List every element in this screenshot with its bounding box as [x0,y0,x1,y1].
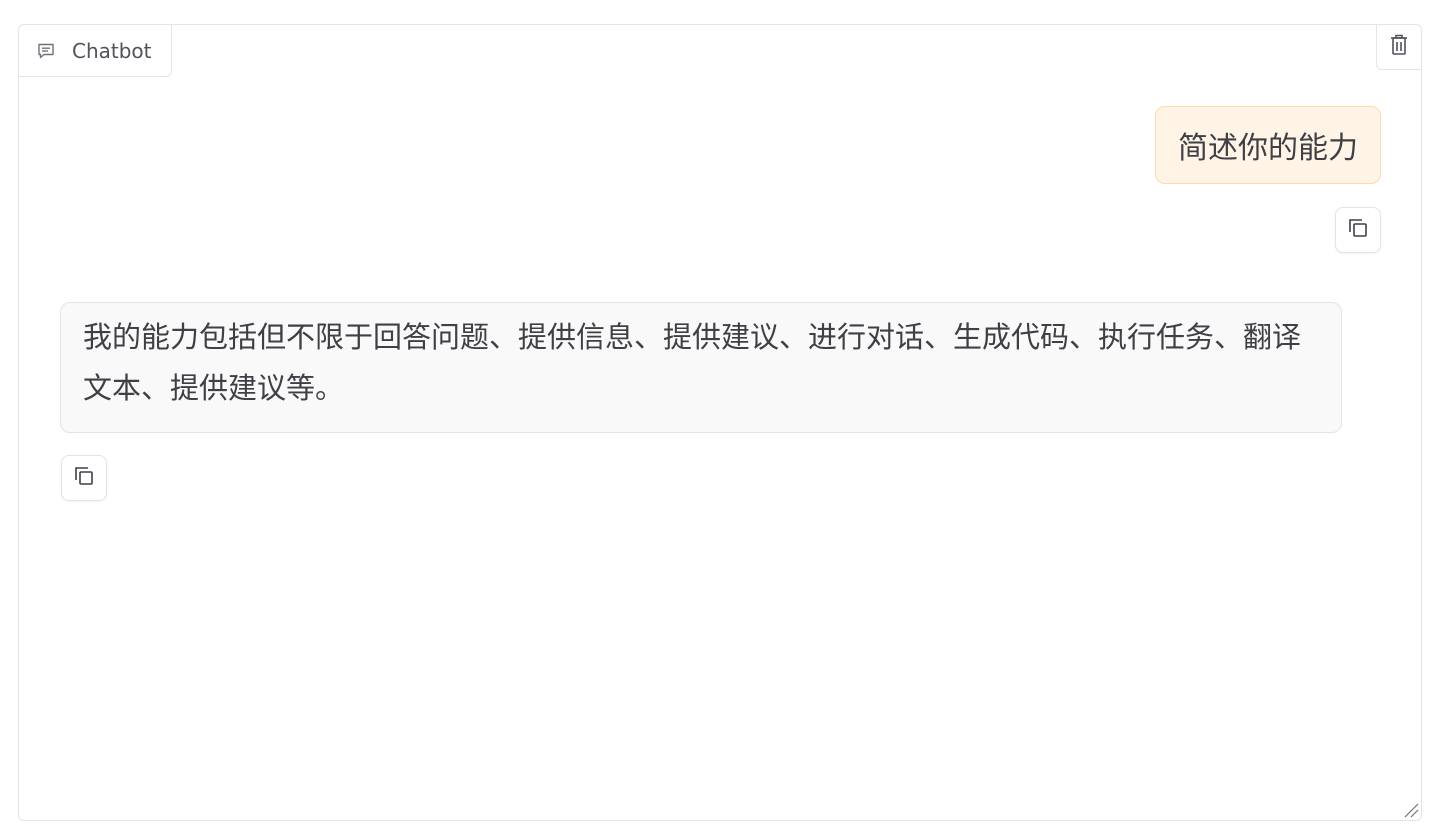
user-message: 简述你的能力 [1155,106,1381,184]
user-message-text: 简述你的能力 [1178,131,1358,166]
bot-message: 我的能力包括但不限于回答问题、提供信息、提供建议、进行对话、生成代码、执行任务、… [60,302,1342,433]
clear-chat-button[interactable] [1376,24,1422,70]
bot-message-text: 我的能力包括但不限于回答问题、提供信息、提供建议、进行对话、生成代码、执行任务、… [83,320,1302,405]
chatbot-label-text: Chatbot [72,38,152,63]
resize-handle-icon[interactable] [1403,802,1419,818]
copy-icon [1346,216,1370,244]
chatbot-label: Chatbot [18,24,172,77]
copy-icon [72,464,96,492]
chatbot-panel: Chatbot 简述你的能力 我的能力包括但不限于回答问题、提供信息、提供建议、… [18,24,1422,821]
chat-bubble-icon [35,40,57,62]
trash-icon [1389,33,1409,61]
copy-bot-message-button[interactable] [61,455,107,501]
copy-user-message-button[interactable] [1335,207,1381,253]
